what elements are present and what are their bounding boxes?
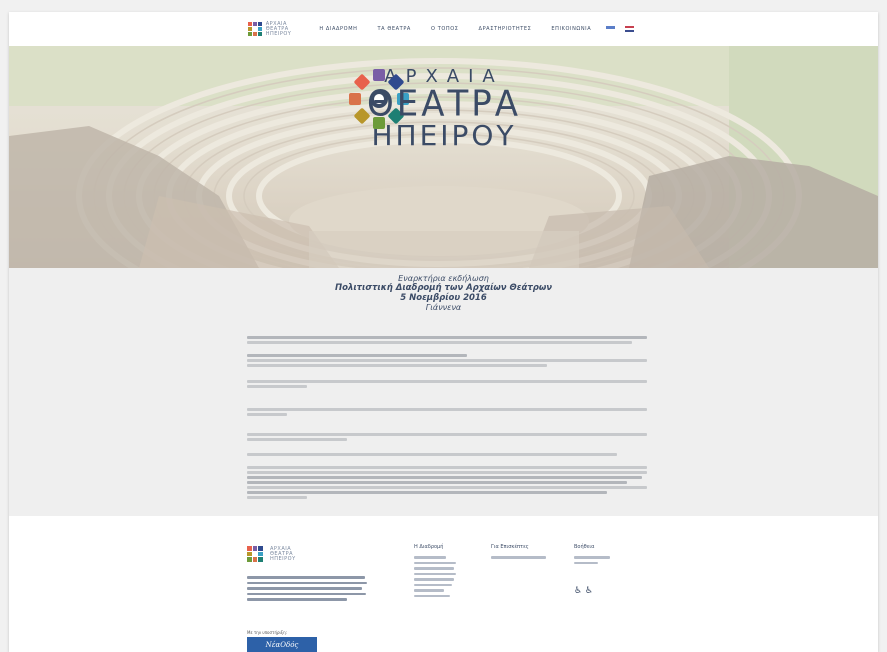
- nav-link-route[interactable]: Η ΔΙΑΔΡΟΜΗ: [319, 26, 357, 32]
- nav-link-place[interactable]: Ο ΤΟΠΟΣ: [431, 26, 459, 32]
- footer-column-route: Η Διαδρομή: [414, 544, 456, 600]
- footer-column-help-heading: Βοήθεια: [574, 544, 595, 550]
- footer-logo[interactable]: ΑΡΧΑΙΑ ΘΕΑΤΡΑ ΗΠΕΙΡΟΥ: [247, 546, 296, 562]
- browser-page: ΑΡΧΑΙΑ ΘΕΑΤΡΑ ΗΠΕΙΡΟΥ Η ΔΙΑΔΡΟΜΗ ΤΑ ΘΕΑΤ…: [9, 12, 878, 652]
- paragraph-5: [247, 433, 647, 443]
- footer-logo-line-3: ΗΠΕΙΡΟΥ: [270, 555, 296, 562]
- english-flag-icon[interactable]: [625, 26, 635, 32]
- site-logo[interactable]: ΑΡΧΑΙΑ ΘΕΑΤΡΑ ΗΠΕΙΡΟΥ: [247, 21, 292, 37]
- event-heading: Εναρκτήρια εκδήλωση Πολιτιστική Διαδρομή…: [9, 274, 878, 312]
- footer-description: [247, 576, 367, 604]
- logo-text-line-3: ΗΠΕΙΡΟΥ: [265, 30, 292, 37]
- event-date: 5 Νοεμβρίου 2016: [400, 293, 487, 303]
- footer: ΑΡΧΑΙΑ ΘΕΑΤΡΑ ΗΠΕΙΡΟΥ Η Διαδρομή Για Επι…: [9, 516, 878, 652]
- footer-column-help: Βοήθεια: [574, 544, 610, 567]
- paragraph-2: [247, 354, 647, 369]
- event-subtitle: Εναρκτήρια εκδήλωση: [398, 274, 489, 283]
- nav-link-contact[interactable]: ΕΠΙΚΟΙΝΩΝΙΑ: [551, 26, 591, 32]
- footer-column-route-heading: Η Διαδρομή: [414, 544, 444, 550]
- top-navigation: ΑΡΧΑΙΑ ΘΕΑΤΡΑ ΗΠΕΙΡΟΥ Η ΔΙΑΔΡΟΜΗ ΤΑ ΘΕΑΤ…: [9, 12, 878, 46]
- sponsor-label: Με την υποστήριξη:: [247, 630, 287, 635]
- paragraph-1: [247, 336, 647, 346]
- sponsor-logo[interactable]: ΝέαΟδός: [247, 637, 317, 652]
- event-city: Γιάννενα: [425, 303, 462, 312]
- hero-banner: ΑΡΧΑΙΑ ΘΕΑΤΡΑ ΗΠΕΙΡΟΥ: [9, 46, 878, 268]
- paragraph-3: [247, 380, 647, 390]
- logo-mark-icon: [247, 22, 262, 36]
- footer-column-visitors-heading: Για Επισκέπτες: [491, 544, 529, 550]
- paragraph-7: [247, 466, 647, 501]
- greek-flag-icon[interactable]: [606, 26, 616, 32]
- footer-logo-mark-icon: [247, 546, 263, 562]
- event-title: Πολιτιστική Διαδρομή των Αρχαίων Θεάτρων: [334, 283, 553, 293]
- nav-link-activities[interactable]: ΔΡΑΣΤΗΡΙΟΤΗΤΕΣ: [479, 26, 532, 32]
- paragraph-6: [247, 453, 647, 458]
- hero-title-line-2: ΘΕΑΤΡΑ: [366, 83, 522, 125]
- hero-logo: ΑΡΧΑΙΑ ΘΕΑΤΡΑ ΗΠΕΙΡΟΥ: [344, 64, 544, 151]
- nav-link-theatres[interactable]: ΤΑ ΘΕΑΤΡΑ: [377, 26, 410, 32]
- paragraph-4: [247, 408, 647, 418]
- main-content: Εναρκτήρια εκδήλωση Πολιτιστική Διαδρομή…: [9, 268, 878, 516]
- footer-column-visitors: Για Επισκέπτες: [491, 544, 546, 562]
- accessibility-icon[interactable]: ♿ ♿: [574, 586, 593, 596]
